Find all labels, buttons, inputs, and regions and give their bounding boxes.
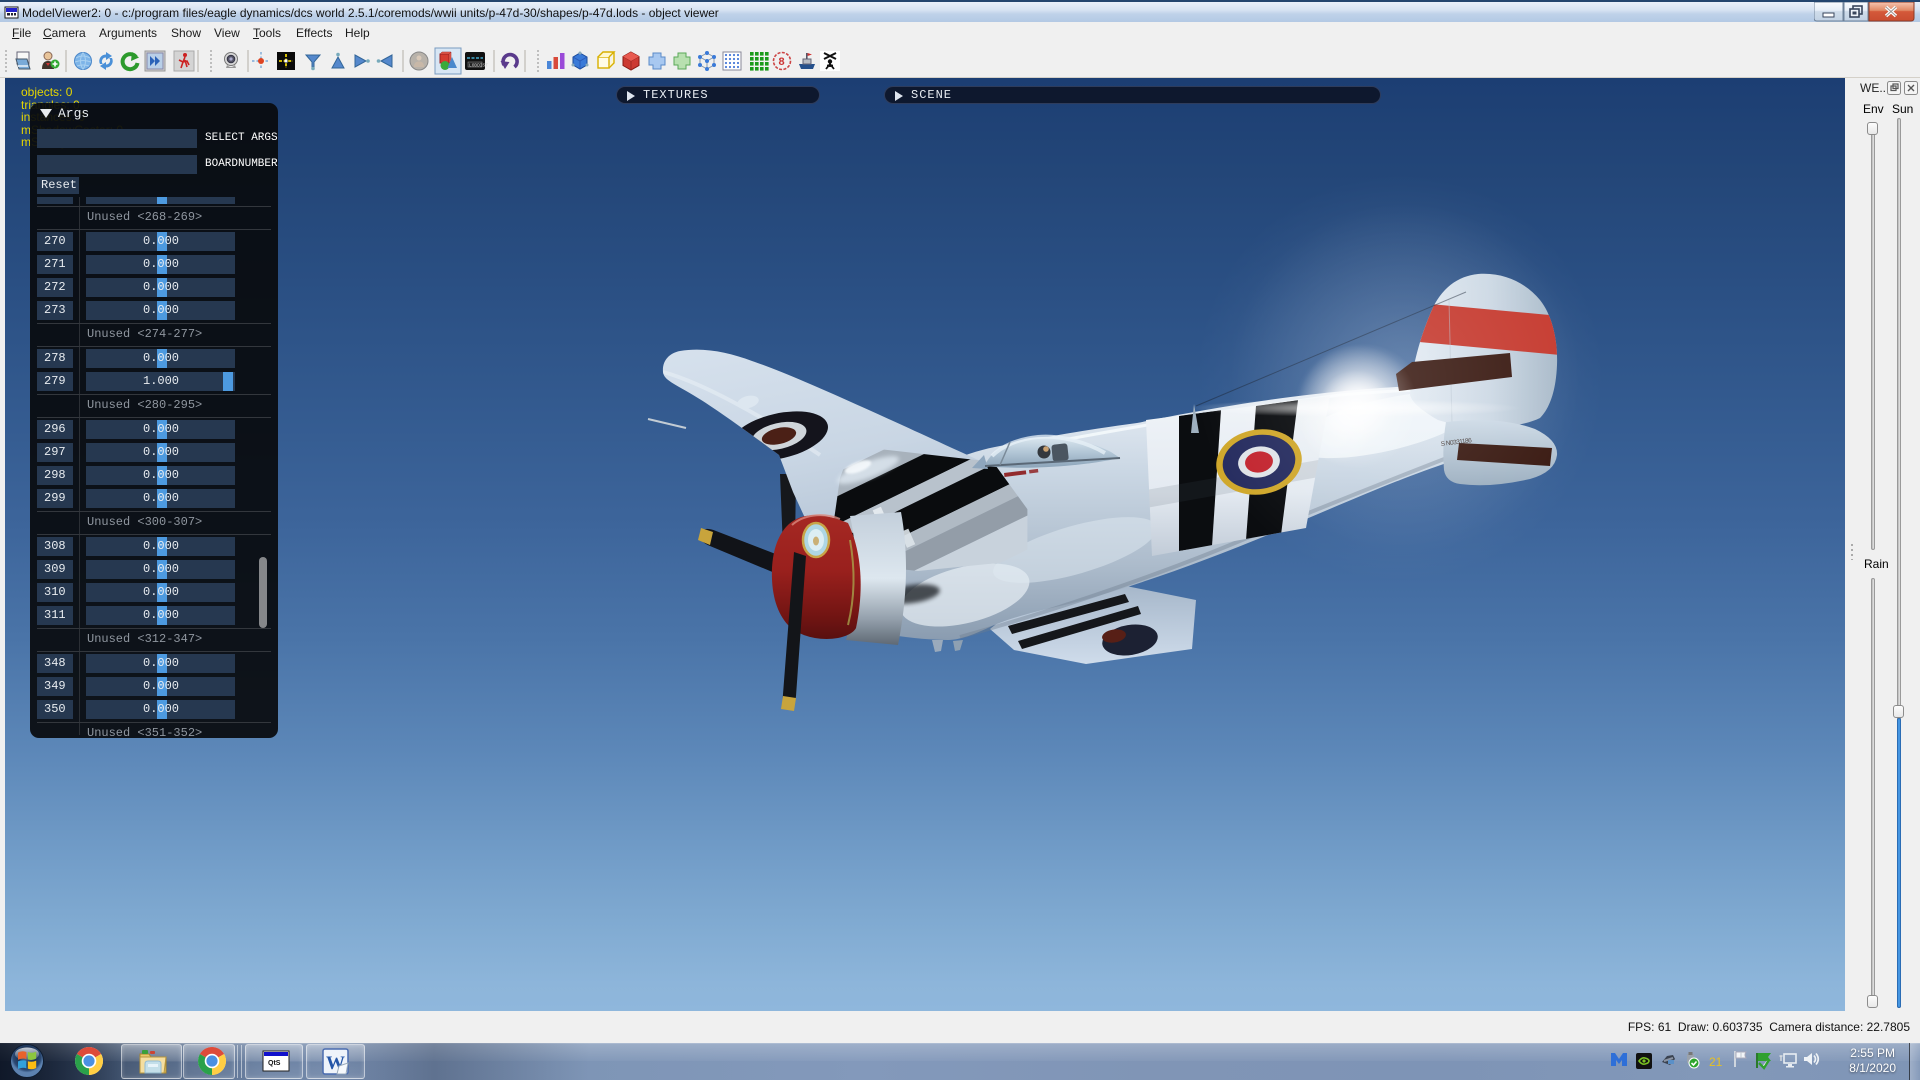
svg-text:LODDIST: LODDIST	[469, 63, 488, 69]
svg-text:8: 8	[779, 56, 785, 68]
svg-text:21: 21	[1709, 1055, 1723, 1069]
svg-text:QtS: QtS	[268, 1060, 281, 1067]
